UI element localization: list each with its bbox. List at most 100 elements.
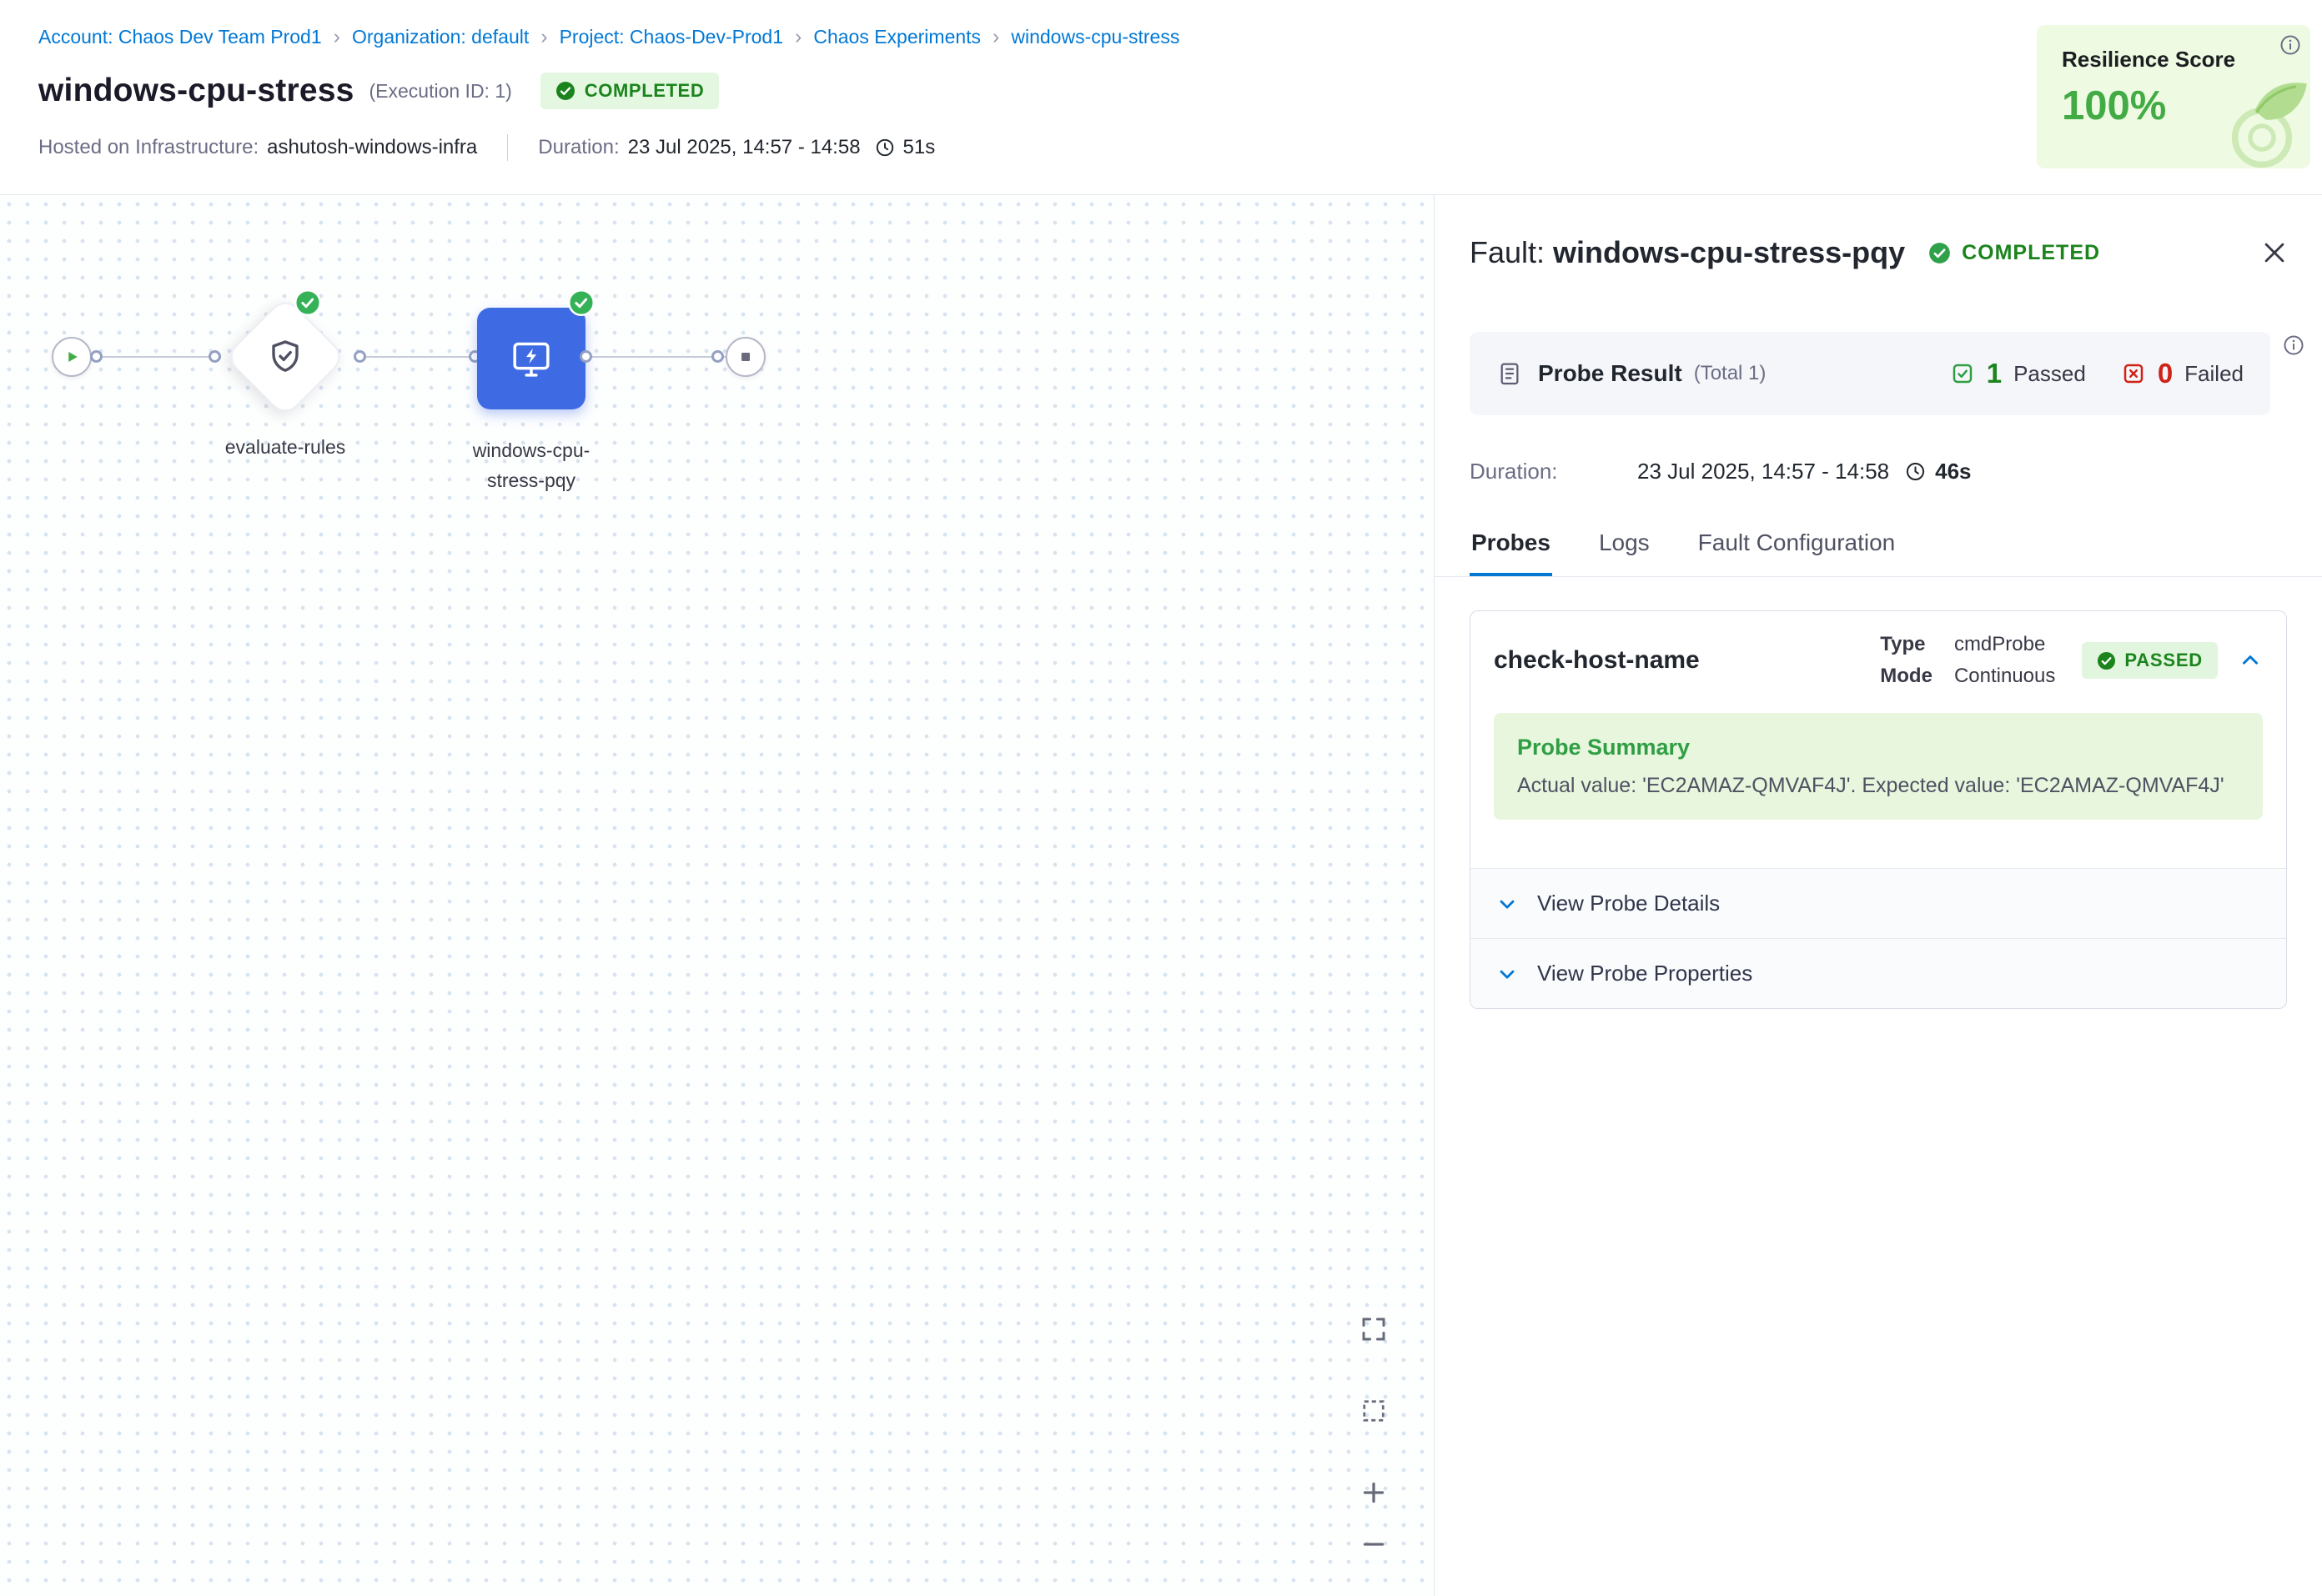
fault-duration-label: Duration: [1470, 459, 1637, 484]
clipboard-icon [1496, 360, 1523, 387]
check-circle-icon [2097, 651, 2116, 670]
execution-id: (Execution ID: 1) [369, 80, 512, 103]
check-circle-icon [1928, 242, 1951, 264]
breadcrumb-separator: › [795, 25, 802, 49]
clock-icon [874, 137, 896, 158]
fullscreen-button[interactable] [1357, 1312, 1390, 1346]
minus-icon [1359, 1529, 1389, 1559]
leaf-decoration-icon [2192, 78, 2309, 168]
probe-meta: Type cmdProbe Mode Continuous [1880, 633, 2055, 688]
probe-result-summary-bar: Probe Result (Total 1) 1 Passed 0 Failed [1470, 332, 2270, 415]
tab-fault-configuration[interactable]: Fault Configuration [1696, 523, 1897, 576]
connector-line [584, 356, 727, 358]
infra-label: Hosted on Infrastructure: [38, 136, 259, 159]
fault-duration-value: 23 Jul 2025, 14:57 - 14:58 [1637, 459, 1889, 484]
probe-result-title: Probe Result [1538, 360, 1682, 387]
resilience-score-card: Resilience Score 100% [2037, 25, 2310, 168]
resilience-score-label: Resilience Score [2062, 47, 2285, 73]
probe-mode-value: Continuous [1954, 665, 2055, 688]
breadcrumb-item-experiment[interactable]: windows-cpu-stress [1011, 26, 1179, 48]
passed-count: 1 [1987, 358, 2002, 389]
failed-x-icon [2121, 361, 2146, 386]
info-icon[interactable] [2279, 33, 2302, 57]
fault-status-text: COMPLETED [1962, 241, 2100, 265]
connector-point [90, 350, 103, 363]
probe-summary-box: Probe Summary Actual value: 'EC2AMAZ-QMV… [1494, 713, 2263, 820]
breadcrumb-item-account[interactable]: Account: Chaos Dev Team Prod1 [38, 26, 322, 48]
probe-type-label: Type [1880, 633, 1932, 656]
fault-label: Fault: [1470, 235, 1545, 269]
info-icon[interactable] [2282, 334, 2305, 357]
marquee-select-icon [1359, 1396, 1389, 1426]
check-circle-icon [555, 81, 575, 101]
success-badge-icon [294, 289, 321, 316]
experiment-status-text: COMPLETED [585, 80, 705, 102]
shield-check-icon [265, 337, 305, 377]
probe-mode-label: Mode [1880, 665, 1932, 688]
experiment-status-badge: COMPLETED [540, 73, 720, 109]
fault-panel-title: Fault:windows-cpu-stress-pqy [1470, 235, 1905, 270]
page-header: Account: Chaos Dev Team Prod1 › Organiza… [0, 0, 2322, 195]
canvas-controls [1357, 1312, 1390, 1561]
passed-label: Passed [2013, 361, 2086, 387]
chevron-down-icon [1495, 962, 1519, 986]
connector-point [354, 350, 366, 363]
connector-point [209, 350, 221, 363]
close-icon [2260, 238, 2289, 267]
probe-status-text: PASSED [2124, 650, 2203, 671]
duration-elapsed: 51s [903, 136, 936, 159]
play-icon [59, 344, 84, 369]
zoom-out-button[interactable] [1357, 1528, 1390, 1561]
node-windows-cpu-stress-pqy[interactable] [477, 308, 586, 409]
probe-card-header[interactable]: check-host-name Type cmdProbe Mode Conti… [1470, 611, 2286, 705]
connector-line [357, 356, 482, 358]
view-probe-details-label: View Probe Details [1537, 891, 1720, 916]
divider [507, 134, 508, 161]
passed-check-icon [1950, 361, 1975, 386]
chevron-down-icon [1495, 892, 1519, 916]
pipeline-canvas[interactable]: evaluate-rules windows-cpu-stress-pqy [0, 195, 1434, 1596]
pipeline-end-node[interactable] [726, 337, 766, 377]
breadcrumb-item-chaos-experiments[interactable]: Chaos Experiments [813, 26, 981, 48]
probe-type-value: cmdProbe [1954, 633, 2055, 656]
fault-icon [508, 335, 555, 382]
failed-count: 0 [2158, 358, 2173, 389]
tab-logs[interactable]: Logs [1597, 523, 1651, 576]
tab-probes[interactable]: Probes [1470, 523, 1552, 576]
view-probe-properties-row[interactable]: View Probe Properties [1470, 938, 2286, 1008]
infra-value: ashutosh-windows-infra [267, 136, 477, 159]
node-label-evaluate-rules: evaluate-rules [202, 436, 369, 459]
stop-icon [733, 344, 758, 369]
plus-icon [1359, 1478, 1389, 1508]
failed-label: Failed [2184, 361, 2244, 387]
fullscreen-icon [1359, 1314, 1389, 1344]
breadcrumb-item-organization[interactable]: Organization: default [352, 26, 529, 48]
failed-count-group: 0 Failed [2121, 358, 2244, 389]
probe-summary-title: Probe Summary [1517, 735, 2239, 760]
fault-status-badge: COMPLETED [1928, 241, 2100, 265]
probe-summary-text: Actual value: 'EC2AMAZ-QMVAF4J'. Expecte… [1517, 774, 2239, 798]
breadcrumb-separator: › [993, 25, 999, 49]
fault-details-panel: Fault:windows-cpu-stress-pqy COMPLETED P… [1434, 195, 2322, 1596]
zoom-in-button[interactable] [1357, 1476, 1390, 1509]
page-title: windows-cpu-stress [38, 73, 354, 109]
collapse-probe-button[interactable] [2238, 648, 2263, 673]
node-evaluate-rules[interactable] [224, 295, 346, 418]
view-probe-properties-label: View Probe Properties [1537, 961, 1752, 986]
detail-tabs: Probes Logs Fault Configuration [1435, 523, 2322, 577]
probe-name: check-host-name [1494, 646, 1880, 675]
close-panel-button[interactable] [2260, 238, 2289, 267]
connector-line [83, 356, 221, 358]
node-label-windows-cpu-stress-pqy: windows-cpu-stress-pqy [455, 436, 608, 495]
duration-value: 23 Jul 2025, 14:57 - 14:58 [628, 136, 861, 159]
selection-mode-button[interactable] [1357, 1394, 1390, 1428]
probe-card: check-host-name Type cmdProbe Mode Conti… [1470, 610, 2287, 1009]
breadcrumb: Account: Chaos Dev Team Prod1 › Organiza… [38, 25, 2322, 49]
probe-result-total: (Total 1) [1694, 362, 1767, 385]
pipeline-start-node[interactable] [52, 337, 92, 377]
view-probe-details-row[interactable]: View Probe Details [1470, 868, 2286, 938]
passed-count-group: 1 Passed [1950, 358, 2086, 389]
duration-label: Duration: [538, 136, 619, 159]
fault-name: windows-cpu-stress-pqy [1553, 235, 1905, 269]
breadcrumb-item-project[interactable]: Project: Chaos-Dev-Prod1 [560, 26, 783, 48]
